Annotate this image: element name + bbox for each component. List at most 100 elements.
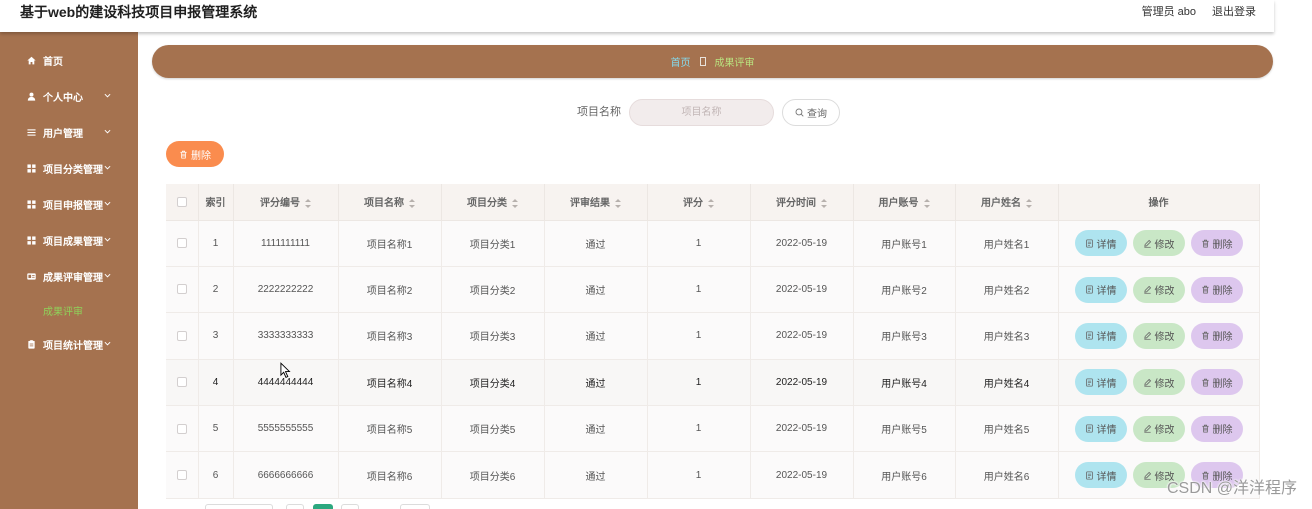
project-category-cell: 项目分类2 — [441, 266, 545, 314]
table-container: 索引 评分编号 项目名称 项目分类 评审结果 评分 评分时间 用户账号 用户姓名… — [166, 184, 1260, 499]
sidebar-item-personal-center[interactable]: 个人中心 — [0, 78, 138, 114]
delete-button-label: 删除 — [1212, 332, 1233, 344]
chevron-down-icon — [104, 165, 111, 170]
sidebar-item-project-results[interactable]: 项目成果管理 — [0, 222, 138, 258]
sort-icon[interactable] — [305, 199, 311, 209]
breadcrumb-home-link[interactable]: 首页 — [671, 54, 691, 69]
user-name-cell: 用户姓名5 — [955, 405, 1059, 453]
row-checkbox[interactable] — [176, 423, 187, 434]
pagination-page-size-select[interactable] — [205, 504, 273, 509]
sidebar-item-project-application[interactable]: 项目申报管理 — [0, 186, 138, 222]
pagination-prev-button[interactable] — [286, 504, 304, 509]
sort-icon[interactable] — [512, 199, 518, 209]
delete-button[interactable]: 删除 — [1190, 415, 1243, 442]
column-header-user-account[interactable]: 用户账号 — [853, 184, 956, 221]
edit-button[interactable]: 修改 — [1132, 230, 1185, 257]
edit-button[interactable]: 修改 — [1132, 415, 1185, 442]
pencil-icon — [1143, 285, 1152, 294]
project-name-cell: 项目名称4 — [338, 359, 442, 407]
edit-button-label: 修改 — [1154, 286, 1175, 298]
edit-button[interactable]: 修改 — [1132, 369, 1185, 396]
column-header-project-category[interactable]: 项目分类 — [441, 184, 545, 221]
score-time-cell: 2022-05-19 — [750, 405, 854, 453]
project-name-cell: 项目名称1 — [338, 220, 442, 267]
table-row[interactable]: 6 6666666666 项目名称6 项目分类6 通过 1 2022-05-19 用户账号6 用… — [166, 451, 1260, 499]
detail-button[interactable]: 详情 — [1074, 276, 1127, 303]
delete-button[interactable]: 删除 — [1190, 276, 1243, 303]
batch-delete-button[interactable]: 删除 — [166, 141, 224, 167]
column-header-user-name[interactable]: 用户姓名 — [955, 184, 1059, 221]
pagination-current-page[interactable] — [313, 504, 333, 509]
row-checkbox[interactable] — [176, 238, 187, 249]
row-actions: 详情 修改 删除 — [1059, 415, 1259, 442]
select-all-cell — [166, 184, 199, 221]
sort-icon[interactable] — [708, 199, 714, 209]
table-row[interactable]: 2 2222222222 项目名称2 项目分类2 通过 1 2022-05-19 用户账号2 用… — [166, 266, 1260, 314]
detail-button[interactable]: 详情 — [1074, 322, 1127, 349]
sort-icon[interactable] — [923, 199, 930, 209]
column-header-score[interactable]: 评分 — [647, 184, 751, 221]
row-checkbox[interactable] — [176, 284, 187, 295]
score-no-cell: 2222222222 — [233, 266, 339, 314]
row-actions-cell: 详情 修改 删除 — [1058, 312, 1260, 360]
edit-button-label: 修改 — [1154, 239, 1175, 251]
review-table: 索引 评分编号 项目名称 项目分类 评审结果 评分 评分时间 用户账号 用户姓名… — [166, 184, 1260, 499]
review-result-cell: 通过 — [544, 266, 648, 314]
column-header-review-result[interactable]: 评审结果 — [544, 184, 648, 221]
logout-link[interactable]: 退出登录 — [1212, 5, 1256, 19]
sidebar-item-project-category[interactable]: 项目分类管理 — [0, 150, 138, 186]
column-header-label: 评分 — [683, 198, 703, 210]
index-cell: 2 — [198, 266, 234, 314]
sidebar-item-project-statistics[interactable]: 项目统计管理 — [0, 326, 138, 362]
delete-button[interactable]: 删除 — [1190, 322, 1243, 349]
sort-icon[interactable] — [1026, 199, 1032, 209]
edit-button[interactable]: 修改 — [1132, 322, 1185, 349]
column-header-label: 项目名称 — [364, 198, 404, 210]
project-name-search-input[interactable] — [629, 99, 774, 126]
delete-button[interactable]: 删除 — [1190, 230, 1243, 257]
document-icon — [1085, 331, 1094, 340]
watermark: CSDN @洋洋程序 — [1166, 480, 1297, 497]
table-row[interactable]: 3 3333333333 项目名称3 项目分类3 通过 1 2022-05-19 用户账号3 用… — [166, 312, 1260, 360]
sort-icon[interactable] — [821, 199, 827, 209]
column-header-score-time[interactable]: 评分时间 — [750, 184, 854, 221]
sidebar-item-user-management[interactable]: 用户管理 — [0, 114, 138, 150]
pagination-jump-input[interactable] — [400, 504, 430, 509]
user-name-cell: 用户姓名3 — [955, 312, 1059, 360]
edit-button[interactable]: 修改 — [1132, 276, 1185, 303]
detail-button[interactable]: 详情 — [1074, 230, 1127, 257]
edit-button-label: 修改 — [1154, 425, 1175, 437]
sidebar-subitem-result-review[interactable]: 成果评审 — [0, 294, 138, 326]
project-name-cell: 项目名称3 — [338, 312, 442, 360]
row-actions: 详情 修改 删除 — [1059, 322, 1259, 349]
row-select-cell — [166, 451, 199, 499]
sidebar-item-label: 项目分类管理 — [43, 164, 103, 176]
document-icon — [1085, 424, 1094, 433]
chevron-down-icon — [104, 93, 111, 98]
table-header-row: 索引 评分编号 项目名称 项目分类 评审结果 评分 评分时间 用户账号 用户姓名… — [166, 184, 1260, 221]
column-header-score-no[interactable]: 评分编号 — [233, 184, 339, 221]
table-row[interactable]: 4 4444444444 项目名称4 项目分类4 通过 1 2022-05-19 用户账号4 用… — [166, 359, 1260, 407]
delete-button[interactable]: 删除 — [1190, 369, 1243, 396]
select-all-checkbox[interactable] — [176, 196, 187, 207]
sidebar-item-label: 项目统计管理 — [43, 340, 103, 352]
trash-icon — [1201, 285, 1210, 294]
detail-button[interactable]: 详情 — [1074, 415, 1127, 442]
row-checkbox[interactable] — [176, 470, 187, 480]
pagination-next-button[interactable] — [341, 504, 359, 509]
sidebar-item-home[interactable]: 首页 — [0, 42, 138, 78]
sort-icon[interactable] — [615, 199, 621, 209]
column-header-project-name[interactable]: 项目名称 — [338, 184, 442, 221]
sort-icon[interactable] — [409, 199, 415, 209]
project-category-cell: 项目分类3 — [441, 312, 545, 360]
top-header: 基于web的建设科技项目申报管理系统 管理员 abo 退出登录 — [0, 0, 1274, 32]
sidebar-item-result-review[interactable]: 成果评审管理 — [0, 258, 138, 294]
search-button[interactable]: 查询 — [782, 99, 840, 126]
row-checkbox[interactable] — [176, 330, 187, 341]
score-time-cell: 2022-05-19 — [750, 359, 854, 407]
table-row[interactable]: 5 5555555555 项目名称5 项目分类5 通过 1 2022-05-19 用户账号5 用… — [166, 405, 1260, 453]
detail-button[interactable]: 详情 — [1074, 369, 1127, 396]
table-row[interactable]: 1 1111111111 项目名称1 项目分类1 通过 1 2022-05-19 用户账号1 用… — [166, 220, 1260, 267]
row-checkbox[interactable] — [176, 377, 187, 388]
detail-button[interactable]: 详情 — [1074, 462, 1127, 489]
